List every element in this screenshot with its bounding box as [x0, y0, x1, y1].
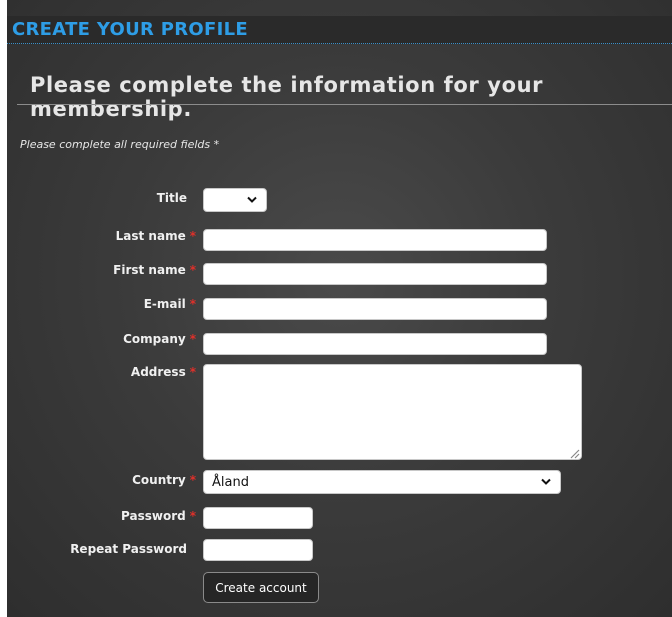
country-select[interactable]: Åland — [203, 470, 561, 494]
repeat-password-label: Repeat Password — [70, 542, 187, 556]
membership-subtitle: Please complete the information for your… — [30, 73, 544, 121]
page-title: CREATE YOUR PROFILE — [12, 19, 248, 40]
first-name-field[interactable] — [203, 263, 547, 285]
required-marker: * — [189, 297, 196, 311]
required-marker: * — [189, 473, 196, 487]
required-marker: * — [189, 332, 196, 346]
password-label-text: Password — [121, 509, 186, 523]
password-label: Password * — [121, 509, 196, 523]
address-label-text: Address — [130, 365, 186, 379]
required-fields-note: Please complete all required fields * — [20, 138, 220, 151]
chevron-down-icon — [541, 478, 551, 485]
subtitle-divider — [17, 104, 672, 105]
address-field[interactable] — [203, 364, 582, 460]
last-name-label-text: Last name — [115, 229, 186, 243]
title-select[interactable] — [203, 188, 267, 212]
repeat-password-label-text: Repeat Password — [70, 542, 187, 556]
title-label: Title — [157, 191, 187, 205]
create-account-button[interactable]: Create account — [203, 572, 319, 603]
repeat-password-field[interactable] — [203, 539, 313, 561]
last-name-label: Last name * — [116, 229, 196, 243]
first-name-label-text: First name — [113, 263, 186, 277]
email-field[interactable] — [203, 298, 547, 320]
chevron-down-icon — [247, 196, 257, 203]
required-marker: * — [189, 263, 196, 277]
title-label-text: Title — [156, 191, 187, 205]
last-name-field[interactable] — [203, 229, 547, 251]
country-label: Country * — [132, 473, 196, 487]
required-marker: * — [189, 365, 196, 379]
country-label-text: Country — [132, 473, 186, 487]
company-label-text: Company — [123, 332, 186, 346]
country-select-value: Åland — [212, 474, 249, 490]
first-name-label: First name * — [113, 263, 196, 277]
company-field[interactable] — [203, 333, 547, 355]
address-label: Address * — [131, 365, 196, 379]
email-label: E-mail * — [144, 297, 196, 311]
required-marker: * — [189, 509, 196, 523]
password-field[interactable] — [203, 507, 313, 529]
company-label: Company * — [123, 332, 196, 346]
required-marker: * — [189, 229, 196, 243]
email-label-text: E-mail — [143, 297, 186, 311]
